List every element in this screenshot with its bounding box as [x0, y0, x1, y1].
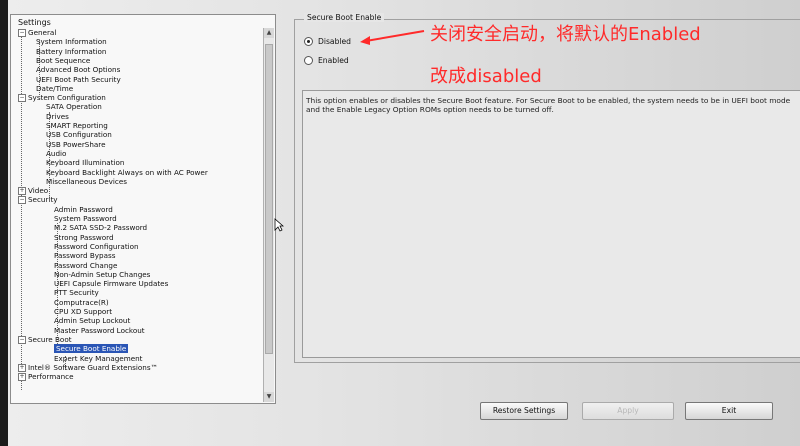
radio-unselected-icon[interactable] [304, 56, 313, 65]
tree-item-label: Non-Admin Setup Changes [54, 269, 151, 279]
tree-title: Settings [18, 18, 51, 27]
tree-item-label: System Configuration [28, 93, 106, 103]
tree-item-label: Expert Key Management [54, 353, 143, 363]
exit-button[interactable]: Exit [685, 402, 773, 420]
scroll-thumb[interactable] [265, 44, 273, 354]
tree-item-label: Password Bypass [54, 251, 116, 261]
mouse-cursor-icon [274, 218, 284, 232]
red-arrow-icon [360, 30, 425, 45]
tree-item-label: M.2 SATA SSD-2 Password [54, 223, 148, 233]
tree-item-label: Password Change [54, 260, 118, 270]
tree-item-label: System Password [54, 214, 117, 223]
tree-item-label: PTT Security [54, 288, 99, 298]
tree-item-label: UEFI Boot Path Security [36, 74, 121, 84]
tree-item-label: SATA Operation [46, 102, 102, 112]
tree-item-label: Password Configuration [54, 241, 139, 251]
annotation-line-1: 关闭安全启动，将默认的Enabled [430, 24, 701, 45]
collapse-icon[interactable]: − [18, 196, 26, 205]
expand-icon[interactable]: + [18, 363, 26, 372]
tree-item-label: Boot Sequence [36, 55, 91, 65]
tree-item-label: Strong Password [54, 232, 114, 242]
tree-item-label: Secure Boot [28, 334, 72, 344]
settings-tree: General System Information Battery Informa… [8, 28, 258, 388]
radio-enabled[interactable]: Enabled [304, 56, 349, 65]
radio-enabled-label: Enabled [318, 56, 349, 65]
collapse-icon[interactable]: − [18, 335, 26, 344]
tree-item-label: Intel® Software Guard Extensions™ [28, 362, 158, 372]
collapse-icon[interactable]: − [18, 94, 26, 103]
apply-button[interactable]: Apply [582, 402, 674, 420]
tree-item-label: Drives [46, 111, 69, 121]
tree-item-label: Date/Time [36, 83, 74, 93]
expand-icon[interactable]: + [18, 187, 26, 196]
radio-disabled-label: Disabled [318, 37, 351, 46]
tree-item-label: UEFI Capsule Firmware Updates [54, 279, 169, 289]
radio-disabled[interactable]: Disabled [304, 37, 351, 46]
tree-item-label: Computrace(R) [54, 297, 109, 307]
tree-item-label: Keyboard Backlight Always on with AC Pow… [46, 167, 208, 177]
group-title: Secure Boot Enable [304, 13, 385, 22]
tree-item-label: USB Configuration [46, 130, 112, 140]
tree-item-label: General [28, 28, 57, 37]
description-text: This option enables or disables the Secu… [306, 96, 791, 115]
tree-item-label: Performance [28, 372, 74, 382]
tree-item-label: USB PowerShare [46, 139, 106, 149]
tree-item-label: Admin Password [54, 204, 113, 214]
annotation-line-2: 改成disabled [430, 66, 542, 87]
description-box [302, 90, 800, 358]
radio-selected-icon[interactable] [304, 37, 313, 46]
tree-item-label: Keyboard Illumination [46, 158, 125, 168]
scroll-up-icon[interactable]: ▲ [264, 28, 274, 38]
restore-settings-button[interactable]: Restore Settings [480, 402, 568, 420]
bios-screen: Settings General System Information Batter… [8, 0, 800, 446]
tree-item-label: Audio [46, 148, 67, 158]
tree-item-label: CPU XD Support [54, 307, 113, 316]
tree-item-label: Video [28, 186, 49, 196]
tree-scrollbar[interactable]: ▲ ▼ [263, 28, 274, 402]
tree-item-label: Admin Setup Lockout [54, 316, 131, 326]
tree-item-label: Miscellaneous Devices [46, 176, 127, 186]
tree-item-label: System Information [36, 37, 107, 47]
expand-icon[interactable]: + [18, 373, 26, 382]
scroll-down-icon[interactable]: ▼ [264, 392, 274, 402]
tree-item-label: Advanced Boot Options [36, 65, 121, 75]
tree-item-label: Secure Boot Enable [54, 344, 129, 354]
collapse-icon[interactable]: − [18, 29, 26, 37]
tree-item-label: Security [28, 195, 58, 205]
tree-item-label: Master Password Lockout [54, 325, 145, 335]
tree-item-label: SMART Reporting [46, 121, 108, 130]
tree-item-label: Battery Information [36, 46, 107, 56]
